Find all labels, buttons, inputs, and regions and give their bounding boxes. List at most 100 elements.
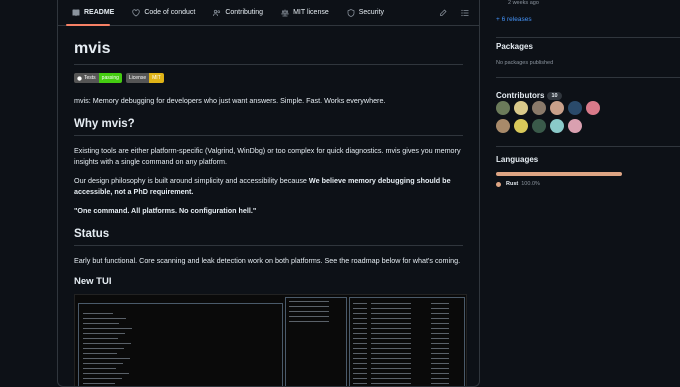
why-paragraph-1: Existing tools are either platform-speci… <box>74 146 461 166</box>
avatar[interactable] <box>568 119 582 133</box>
language-name: Rust <box>506 181 519 187</box>
packages-empty: No packages published <box>496 60 554 66</box>
tui-text-line <box>371 328 411 329</box>
tui-text-line <box>431 348 449 349</box>
tab-security[interactable]: Security <box>341 0 390 26</box>
tui-text-line <box>83 338 118 339</box>
tui-text-line <box>83 378 122 379</box>
quote-paragraph: "One command. All platforms. No configur… <box>74 205 463 216</box>
tui-text-line <box>431 373 449 374</box>
avatar[interactable] <box>550 119 564 133</box>
tab-code-of-conduct[interactable]: Code of conduct <box>126 0 201 26</box>
tui-text-line <box>431 343 449 344</box>
tui-text-line <box>83 343 131 344</box>
tui-text-line <box>353 363 367 364</box>
language-item-rust[interactable]: Rust 100.0% <box>496 181 540 187</box>
avatar[interactable] <box>496 101 510 115</box>
tui-text-line <box>289 301 329 302</box>
tab-label: MIT license <box>293 9 329 16</box>
tab-readme[interactable]: README <box>66 0 120 26</box>
release-time: 2 weeks ago <box>508 0 539 6</box>
tui-text-line <box>431 318 449 319</box>
tui-text-line <box>83 373 129 374</box>
tui-text-line <box>83 333 125 334</box>
tui-text-line <box>83 348 124 349</box>
tui-pane-log <box>78 303 283 386</box>
tui-text-line <box>431 383 449 384</box>
avatar[interactable] <box>586 101 600 115</box>
tui-text-line <box>431 308 449 309</box>
languages-heading: Languages <box>496 155 539 164</box>
badge-label: Tests <box>84 75 96 81</box>
tui-text-line <box>353 373 367 374</box>
status-heading: Status <box>74 228 463 246</box>
tui-text-line <box>371 343 411 344</box>
tui-text-line <box>289 321 329 322</box>
tui-text-line <box>431 368 449 369</box>
avatar[interactable] <box>514 119 528 133</box>
more-releases-link[interactable]: + 6 releases <box>496 16 532 23</box>
tui-text-line <box>353 308 367 309</box>
tui-text-line <box>431 353 449 354</box>
avatar[interactable] <box>532 119 546 133</box>
why-paragraph-2-text: Our design philosophy is built around si… <box>74 176 309 185</box>
tui-text-line <box>431 338 449 339</box>
tui-text-line <box>371 303 411 304</box>
pencil-icon[interactable] <box>439 9 447 17</box>
tui-text-line <box>289 306 329 307</box>
tui-text-line <box>83 383 115 384</box>
why-paragraph-2: Our design philosophy is built around si… <box>74 175 463 197</box>
tab-label: Code of conduct <box>144 9 196 16</box>
contributors-heading[interactable]: Contributors <box>496 91 544 100</box>
repo-sidebar: 2 weeks ago + 6 releases Packages No pac… <box>496 0 680 197</box>
avatar[interactable] <box>496 119 510 133</box>
badge-label: License <box>125 73 150 83</box>
tab-label: Security <box>358 9 385 16</box>
tui-text-line <box>83 313 113 314</box>
language-dot <box>496 181 501 187</box>
tui-text-line <box>83 323 119 324</box>
tui-text-line <box>83 368 116 369</box>
book-icon <box>72 9 80 16</box>
tui-text-line <box>431 358 449 359</box>
avatar[interactable] <box>532 101 546 115</box>
avatar[interactable] <box>514 101 528 115</box>
packages-heading[interactable]: Packages <box>496 42 533 51</box>
tui-text-line <box>353 353 367 354</box>
tui-text-line <box>353 348 367 349</box>
tui-text-line <box>353 358 367 359</box>
why-heading: Why mvis? <box>74 118 463 136</box>
active-tab-indicator <box>66 24 110 26</box>
releases-section: 2 weeks ago + 6 releases <box>496 0 680 38</box>
tui-text-line <box>371 308 411 309</box>
tab-contributing[interactable]: Contributing <box>207 0 269 26</box>
tui-text-line <box>431 313 449 314</box>
tui-text-line <box>371 363 411 364</box>
tui-text-line <box>371 378 411 379</box>
readme-panel: README Code of conduct Contributing MIT … <box>57 0 480 387</box>
status-paragraph: Early but functional. Core scanning and … <box>74 256 461 265</box>
language-bar <box>496 172 622 176</box>
tui-text-line <box>289 316 329 317</box>
tab-label: README <box>84 9 115 16</box>
people-icon <box>213 9 221 16</box>
tui-text-line <box>353 333 367 334</box>
avatar[interactable] <box>550 101 564 115</box>
tui-text-line <box>353 328 367 329</box>
tui-text-line <box>371 318 411 319</box>
avatar[interactable] <box>568 101 582 115</box>
tui-text-line <box>353 318 367 319</box>
contributor-avatars <box>496 101 600 133</box>
list-icon[interactable] <box>461 9 469 17</box>
shield-icon <box>347 8 355 17</box>
tui-text-line <box>353 313 367 314</box>
heart-icon <box>132 8 140 16</box>
tests-badge[interactable]: Tests passing <box>74 73 122 83</box>
intro-paragraph: mvis: Memory debugging for developers wh… <box>74 96 386 105</box>
tui-text-line <box>431 303 449 304</box>
license-badge[interactable]: License MIT <box>125 73 164 83</box>
tab-mit-license[interactable]: MIT license <box>275 0 335 26</box>
badges: Tests passing License MIT <box>74 73 463 83</box>
tui-text-line <box>353 343 367 344</box>
tui-text-line <box>371 338 411 339</box>
